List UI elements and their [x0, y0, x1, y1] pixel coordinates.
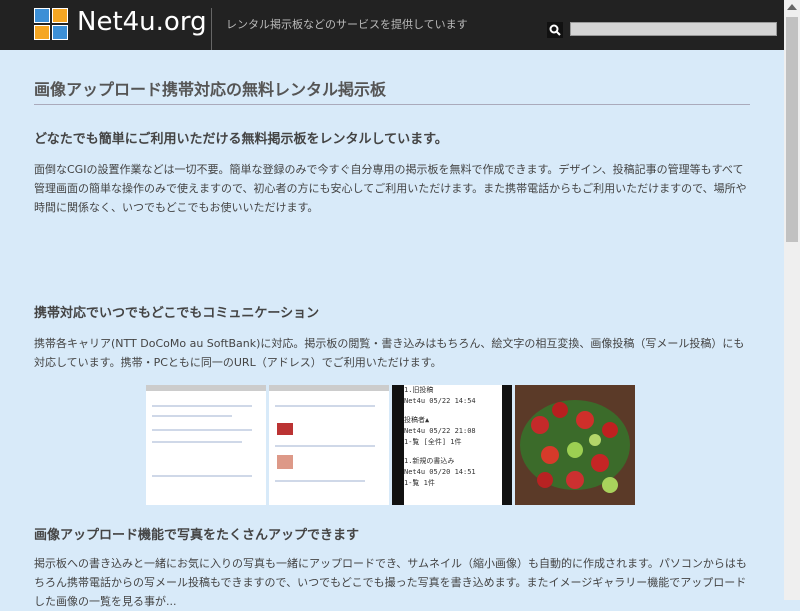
scrollbar[interactable]: [784, 0, 800, 600]
phone-line: 1-覧 [全件] 1件: [404, 438, 462, 446]
screenshot-gallery: 1.旧投稿 Net4u 05/22 14:54 投稿者▲ Net4u 05/22…: [146, 385, 637, 505]
phone-line: 1.新規の書込み: [404, 457, 455, 465]
section-text-rental: 面倒なCGIの設置作業などは一切不要。簡単な登録のみで今すぐ自分専用の掲示板を無…: [34, 163, 747, 214]
section-heading-rental: どなたでも簡単にご利用いただける無料掲示板をレンタルしています。: [34, 132, 448, 147]
search-icon: [549, 24, 561, 36]
page-title: 画像アップロード携帯対応の無料レンタル掲示板: [34, 76, 750, 105]
pc-screenshot-images[interactable]: [269, 385, 389, 505]
section-heading-mobile: 携帯対応でいつでもどこでもコミュニケーション: [34, 306, 320, 321]
scroll-up-arrow-icon[interactable]: [787, 4, 797, 10]
search-input[interactable]: [570, 22, 777, 36]
site-header: Net4u.org レンタル掲示板などのサービスを提供しています: [0, 0, 784, 50]
apple-photo-image: [515, 385, 635, 505]
thumbnail-icon: [277, 455, 293, 469]
pc-screenshot[interactable]: [146, 385, 266, 505]
site-name[interactable]: Net4u.org: [77, 7, 207, 37]
search-button[interactable]: [547, 22, 563, 38]
phone-line: Net4u 05/20 14:51: [404, 468, 476, 476]
apple-photo[interactable]: [515, 385, 635, 505]
scroll-thumb[interactable]: [786, 17, 798, 242]
phone-line: 1.旧投稿: [404, 386, 434, 394]
phone-line: 投稿者▲: [404, 416, 430, 424]
header-divider: [211, 8, 212, 50]
phone-line: Net4u 05/22 21:08: [404, 427, 476, 435]
logo-icon[interactable]: [34, 8, 70, 42]
phone-screenshot[interactable]: 1.旧投稿 Net4u 05/22 14:54 投稿者▲ Net4u 05/22…: [392, 385, 512, 505]
section-text-upload: 掲示板への書き込みと一緒にお気に入りの写真も一緒にアップロードでき、サムネイル（…: [34, 557, 747, 608]
thumbnail-icon: [277, 423, 293, 435]
section-heading-upload: 画像アップロード機能で写真をたくさんアップできます: [34, 528, 360, 543]
phone-line: Net4u 05/22 14:54: [404, 397, 476, 405]
site-tagline: レンタル掲示板などのサービスを提供しています: [226, 18, 468, 31]
phone-line: 1-覧 1件: [404, 479, 435, 487]
section-text-mobile: 携帯各キャリア(NTT DoCoMo au SoftBank)に対応。掲示板の閲…: [34, 337, 745, 369]
